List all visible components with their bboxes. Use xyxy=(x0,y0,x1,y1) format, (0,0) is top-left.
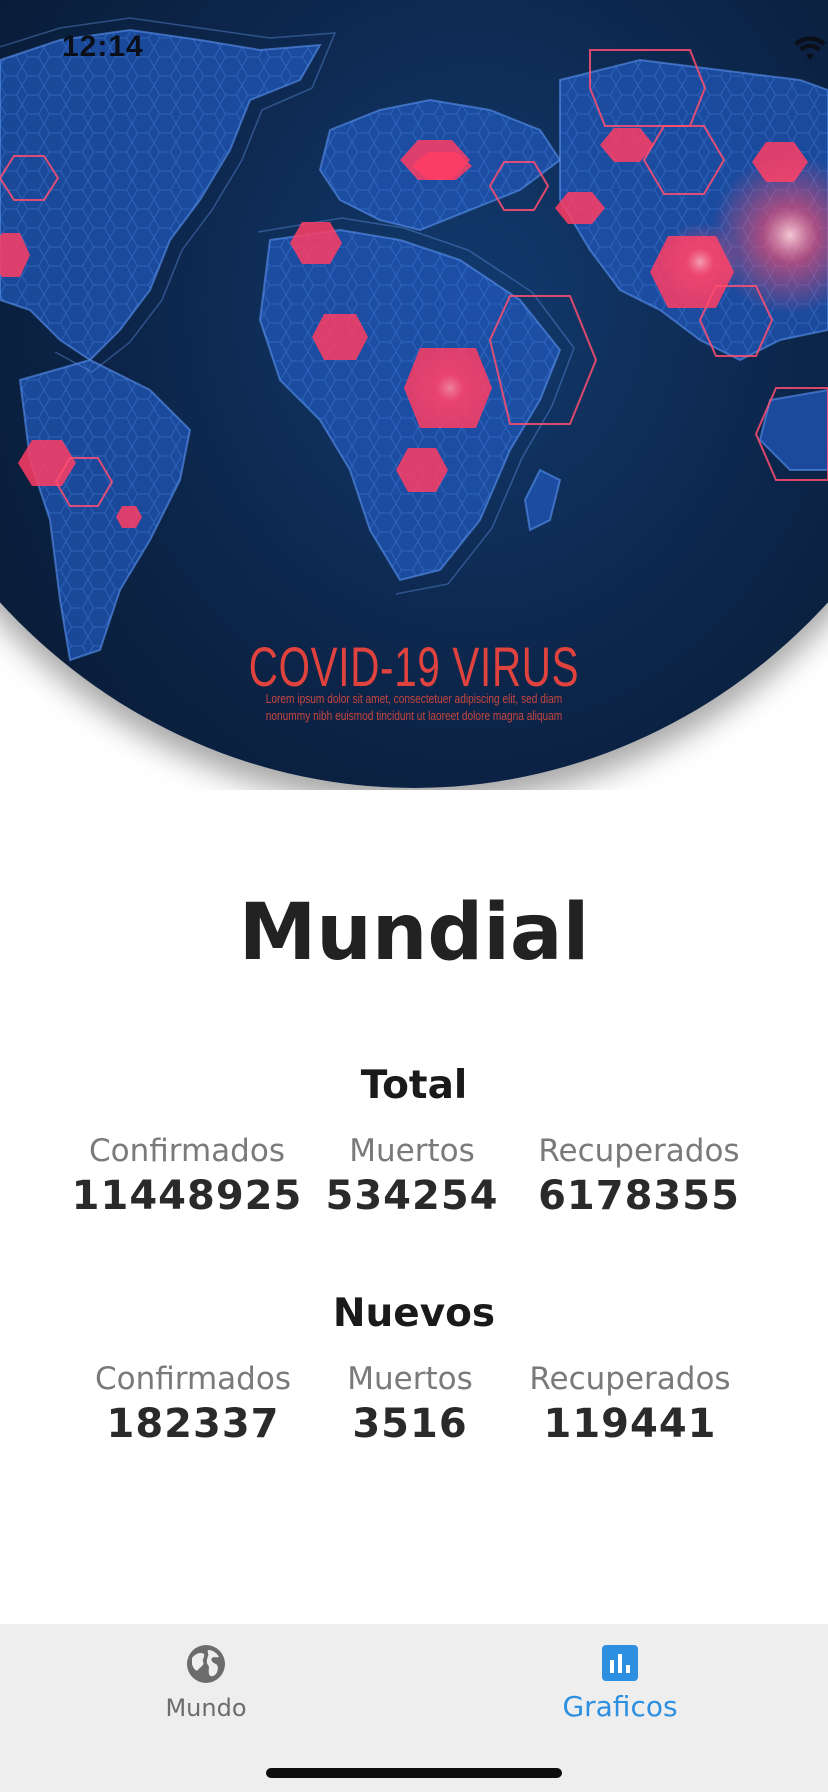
stat-label: Muertos xyxy=(349,1133,475,1169)
home-indicator xyxy=(266,1768,562,1778)
stat-value: 3516 xyxy=(352,1401,468,1447)
stat-label: Muertos xyxy=(347,1361,473,1397)
total-muertos-stat: Muertos 534254 xyxy=(292,1132,532,1222)
hero-title: COVID-19 VIRUS xyxy=(248,635,580,698)
stat-label: Recuperados xyxy=(538,1133,740,1169)
hero-banner: 12:14 COVID-19 VIRUS Lorem ipsum dolor s… xyxy=(0,0,828,790)
total-recuperados-stat: Recuperados 6178355 xyxy=(519,1132,759,1222)
stat-value: 182337 xyxy=(106,1401,280,1447)
stat-value: 119441 xyxy=(543,1401,717,1447)
tab-mundo[interactable]: Mundo xyxy=(106,1644,306,1722)
nuevos-confirmados-stat: Confirmados 182337 xyxy=(73,1360,313,1450)
stat-label: Recuperados xyxy=(529,1361,731,1397)
bottom-tab-bar: Mundo Graficos xyxy=(0,1624,828,1792)
total-confirmados-stat: Confirmados 11448925 xyxy=(67,1132,307,1222)
hero-subtitle-line2: nonummy nibh euismod tincidunt ut laoree… xyxy=(265,708,563,723)
status-bar-time: 12:14 xyxy=(62,30,144,63)
page-title: Mundial xyxy=(238,888,590,978)
stat-label: Confirmados xyxy=(95,1361,291,1397)
tab-graficos[interactable]: Graficos xyxy=(520,1644,720,1723)
nuevos-section-title: Nuevos xyxy=(332,1291,496,1336)
nuevos-recuperados-stat: Recuperados 119441 xyxy=(510,1360,750,1450)
wifi-icon xyxy=(794,36,826,60)
stat-value: 11448925 xyxy=(71,1173,303,1219)
stat-value: 6178355 xyxy=(538,1173,740,1219)
tab-label: Graficos xyxy=(562,1690,678,1723)
stat-label: Confirmados xyxy=(89,1133,285,1169)
hero-subtitle-line1: Lorem ipsum dolor sit amet, consectetuer… xyxy=(265,691,563,706)
nuevos-muertos-stat: Muertos 3516 xyxy=(290,1360,530,1450)
globe-icon xyxy=(187,1645,225,1683)
total-section-title: Total xyxy=(360,1063,468,1108)
stat-value: 534254 xyxy=(325,1173,499,1219)
bar-chart-icon xyxy=(602,1645,638,1681)
tab-label: Mundo xyxy=(165,1694,247,1722)
